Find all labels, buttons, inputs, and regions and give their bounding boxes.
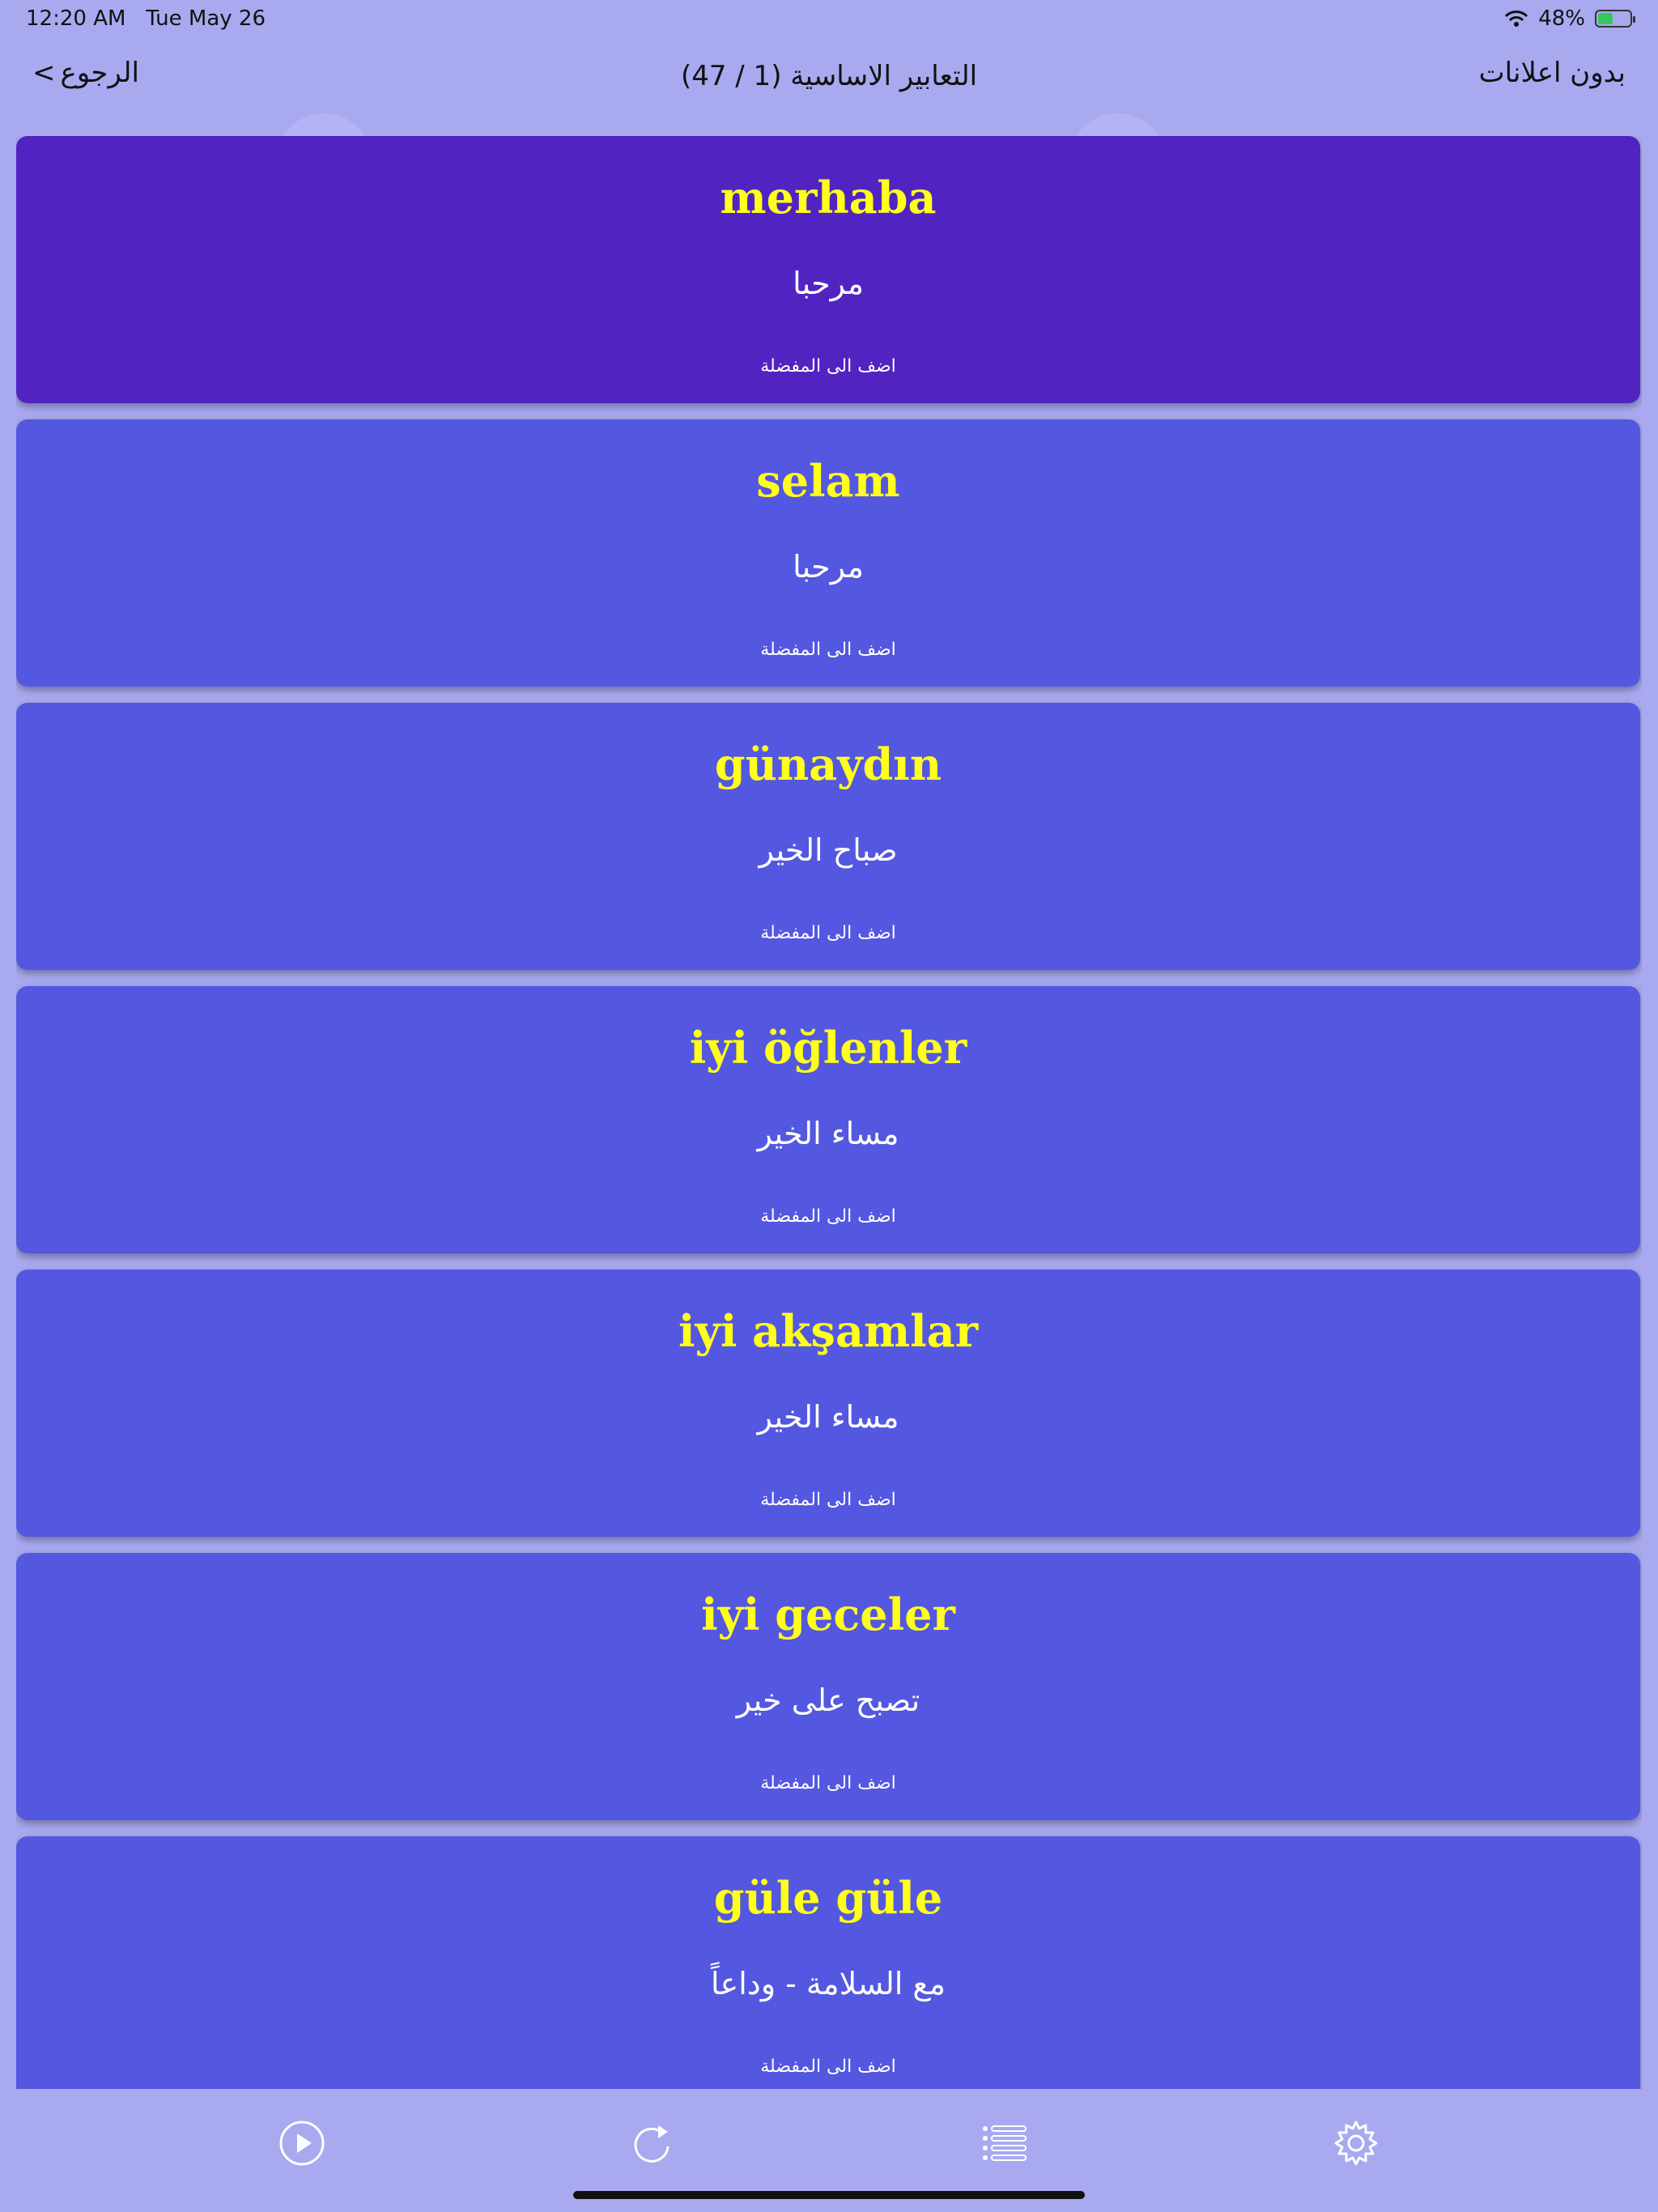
phrase-translation: مرحبا: [793, 266, 864, 301]
battery-percent: 48%: [1538, 6, 1585, 31]
phrase-translation: صباح الخير: [759, 832, 898, 868]
phrase-card[interactable]: güle güle مع السلامة - وداعاً اضف الى ال…: [16, 1836, 1640, 2089]
replay-button[interactable]: [623, 2115, 680, 2172]
phrase-card[interactable]: selam مرحبا اضف الى المفضلة: [16, 419, 1640, 687]
settings-icon: [1334, 2121, 1378, 2166]
add-to-favorites-button[interactable]: اضف الى المفضلة: [16, 923, 1640, 943]
phrase-translation: مساء الخير: [757, 1399, 899, 1435]
no-ads-button[interactable]: بدون اعلانات: [1479, 57, 1626, 89]
status-bar: 12:20 AM Tue May 26 48%: [0, 0, 1658, 39]
phrase-term: güle güle: [713, 1872, 943, 1924]
list-button[interactable]: [976, 2115, 1033, 2172]
phrase-term: selam: [756, 455, 900, 507]
page-title: التعابير الاساسية (1 / 47): [680, 60, 978, 92]
navigation-bar: < الرجوع التعابير الاساسية (1 / 47) بدون…: [0, 49, 1658, 105]
status-time-text: 12:20 AM: [26, 6, 126, 31]
add-to-favorites-button[interactable]: اضف الى المفضلة: [16, 1206, 1640, 1227]
battery-fill: [1598, 13, 1613, 24]
phrase-card[interactable]: merhaba مرحبا اضف الى المفضلة: [16, 136, 1640, 403]
list-icon: [983, 2125, 1027, 2161]
replay-icon: [634, 2125, 670, 2163]
wifi-icon: [1505, 11, 1528, 27]
phrase-term: iyi öğlenler: [689, 1022, 967, 1074]
phrase-translation: تصبح على خير: [736, 1682, 920, 1718]
status-indicators: 48%: [1504, 6, 1635, 31]
add-to-favorites-button[interactable]: اضف الى المفضلة: [16, 1773, 1640, 1793]
home-indicator: [573, 2191, 1085, 2199]
add-to-favorites-button[interactable]: اضف الى المفضلة: [16, 356, 1640, 376]
status-date: Tue May 26: [146, 6, 266, 31]
battery-icon: [1595, 10, 1635, 28]
add-to-favorites-button[interactable]: اضف الى المفضلة: [16, 640, 1640, 660]
phrase-translation: مساء الخير: [757, 1116, 899, 1151]
add-to-favorites-button[interactable]: اضف الى المفضلة: [16, 2057, 1640, 2077]
phrase-term: merhaba: [720, 172, 937, 223]
phrase-card[interactable]: iyi akşamlar مساء الخير اضف الى المفضلة: [16, 1270, 1640, 1537]
phrase-translation: مع السلامة - وداعاً: [710, 1966, 946, 2001]
add-to-favorites-button[interactable]: اضف الى المفضلة: [16, 1490, 1640, 1510]
phrase-card[interactable]: iyi geceler تصبح على خير اضف الى المفضلة: [16, 1553, 1640, 1820]
phrase-term: iyi geceler: [701, 1589, 955, 1640]
phrase-card[interactable]: günaydın صباح الخير اضف الى المفضلة: [16, 703, 1640, 970]
settings-button[interactable]: [1328, 2115, 1384, 2172]
status-time: 12:20 AM Tue May 26: [26, 6, 266, 31]
phrase-term: günaydın: [714, 738, 942, 790]
phrase-translation: مرحبا: [793, 549, 864, 585]
phrase-term: iyi akşamlar: [678, 1305, 979, 1357]
phrase-card[interactable]: iyi öğlenler مساء الخير اضف الى المفضلة: [16, 986, 1640, 1253]
play-icon: [279, 2121, 325, 2166]
phrase-list[interactable]: merhaba مرحبا اضف الى المفضلة selam مرحب…: [16, 136, 1642, 2089]
play-button[interactable]: [274, 2115, 330, 2172]
